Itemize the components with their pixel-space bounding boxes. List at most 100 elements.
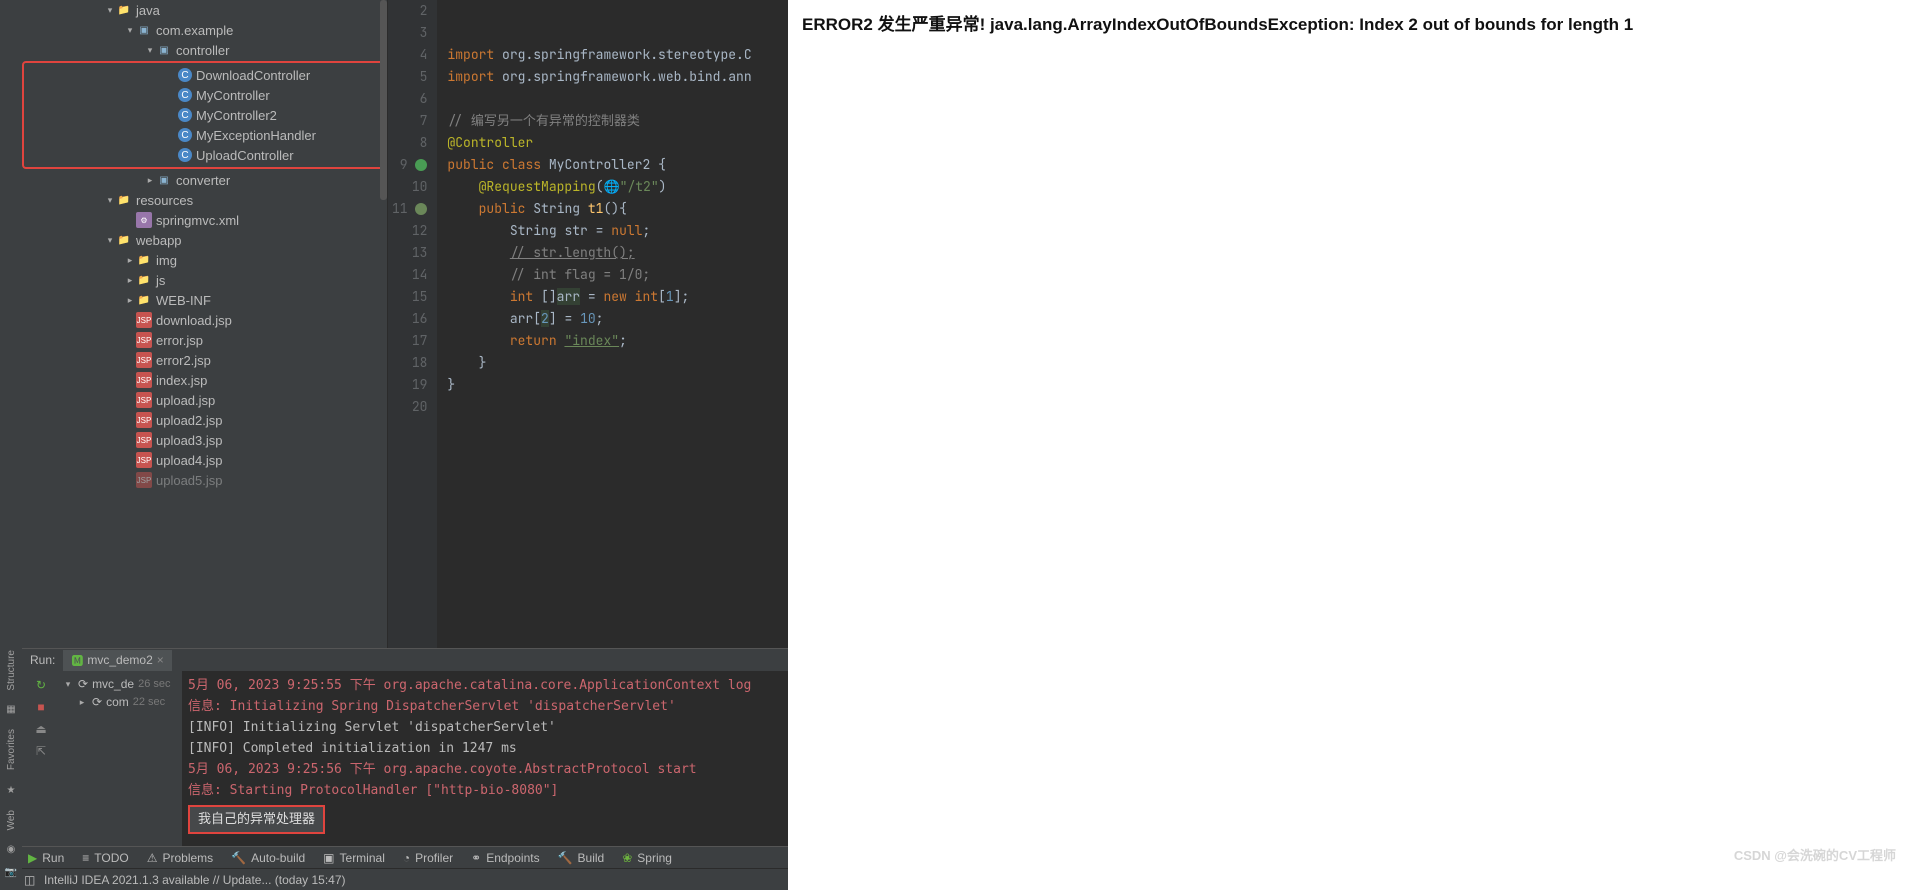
web-icon: ◉ (7, 838, 16, 861)
tree-class-upload[interactable]: CUploadController (24, 145, 385, 165)
folder-icon: 📁 (136, 272, 152, 288)
project-tree[interactable]: ▾📁java ▾▣com.example ▾▣controller CDownl… (22, 0, 388, 648)
tree-folder-img[interactable]: ▸📁img (22, 250, 387, 270)
tree-package-controller[interactable]: ▾▣controller (22, 40, 387, 60)
tree-class-mycontroller2[interactable]: CMyController2 (24, 105, 385, 125)
tree-folder-java[interactable]: ▾📁java (22, 0, 387, 20)
tree-class-mycontroller[interactable]: CMyController (24, 85, 385, 105)
camera-icon[interactable]: 📷 (5, 861, 17, 884)
run-tree[interactable]: ▾⟳mvc_de26 sec ▸⟳com22 sec (60, 671, 182, 846)
warning-icon: ⚠ (147, 851, 158, 865)
tree-file-jsp[interactable]: JSPupload3.jsp (22, 430, 387, 450)
tool-problems[interactable]: ⚠Problems (147, 851, 213, 865)
spinner-icon: ⟳ (92, 695, 102, 709)
tree-file-jsp[interactable]: JSPupload4.jsp (22, 450, 387, 470)
jsp-icon: JSP (136, 412, 152, 428)
tree-folder-webapp[interactable]: ▾📁webapp (22, 230, 387, 250)
tool-build[interactable]: 🔨Build (558, 851, 605, 865)
folder-icon: 📁 (116, 2, 132, 18)
tree-class-download[interactable]: CDownloadController (24, 65, 385, 85)
tree-file-jsp[interactable]: JSPupload2.jsp (22, 410, 387, 430)
tool-endpoints[interactable]: ⚭Endpoints (471, 851, 539, 865)
hammer-icon: 🔨 (231, 851, 246, 865)
spring-icon: ❀ (622, 851, 632, 865)
class-icon: C (178, 128, 192, 142)
favorites-icon: ★ (7, 779, 16, 802)
gutter-bean-icon[interactable] (415, 203, 427, 215)
structure-icon: ▦ (6, 698, 15, 721)
tree-file-jsp[interactable]: JSPerror2.jsp (22, 350, 387, 370)
jsp-icon: JSP (136, 372, 152, 388)
tree-folder-resources[interactable]: ▾📁resources (22, 190, 387, 210)
ide-window: Structure ▦ Favorites ★ Web ◉ 📷 ▾📁java ▾… (0, 0, 788, 890)
tree-class-exceptionhandler[interactable]: CMyExceptionHandler (24, 125, 385, 145)
folder-icon: 📁 (136, 252, 152, 268)
tree-file-jsp[interactable]: JSPupload.jsp (22, 390, 387, 410)
structure-tab[interactable]: Structure (4, 642, 19, 699)
line-gutter: 23 45 67 8 9 10 11 1213 1415 1617 1819 2… (388, 0, 437, 648)
class-icon: C (178, 68, 192, 82)
tool-todo[interactable]: ≡TODO (82, 851, 128, 865)
tree-file-jsp[interactable]: JSPerror.jsp (22, 330, 387, 350)
jsp-icon: JSP (136, 452, 152, 468)
rerun-button[interactable]: ↻ (33, 677, 49, 693)
package-icon: ▣ (156, 42, 172, 58)
tomcat-icon: 🅼 (71, 652, 83, 669)
class-icon: C (178, 148, 192, 162)
run-panel: Run: 🅼 mvc_demo2 × ↻ ■ ⏏ ⇱ ▾⟳mvc_de26 se… (22, 648, 788, 846)
todo-icon: ≡ (82, 851, 89, 865)
tree-file-jsp[interactable]: JSPupload5.jsp (22, 470, 387, 490)
favorites-tab[interactable]: Favorites (4, 721, 19, 778)
profiler-icon: ◔ (403, 851, 410, 865)
web-tab[interactable]: Web (4, 802, 19, 838)
close-icon[interactable]: × (157, 653, 164, 667)
tree-folder-js[interactable]: ▸📁js (22, 270, 387, 290)
console-output[interactable]: 5月 06, 2023 9:25:55 下午 org.apache.catali… (182, 671, 788, 846)
code-editor[interactable]: 23 45 67 8 9 10 11 1213 1415 1617 1819 2… (388, 0, 788, 648)
tool-autobuild[interactable]: 🔨Auto-build (231, 851, 305, 865)
tree-package-com-example[interactable]: ▾▣com.example (22, 20, 387, 40)
exit-button[interactable]: ⏏ (33, 721, 49, 737)
run-tabbar: Run: 🅼 mvc_demo2 × (22, 649, 788, 671)
code-area[interactable]: import org.springframework.stereotype.C … (437, 0, 788, 648)
status-text[interactable]: IntelliJ IDEA 2021.1.3 available // Upda… (44, 873, 346, 887)
run-body: ↻ ■ ⏏ ⇱ ▾⟳mvc_de26 sec ▸⟳com22 sec 5月 06… (22, 671, 788, 846)
jsp-icon: JSP (136, 332, 152, 348)
left-tool-rail: Structure ▦ Favorites ★ Web ◉ 📷 (0, 0, 22, 890)
jsp-icon: JSP (136, 392, 152, 408)
endpoints-icon: ⚭ (471, 851, 481, 865)
vcs-icon: ◫ (24, 873, 38, 887)
ide-body: ▾📁java ▾▣com.example ▾▣controller CDownl… (22, 0, 788, 648)
jsp-icon: JSP (136, 312, 152, 328)
tool-terminal[interactable]: ▣Terminal (323, 851, 385, 865)
play-icon: ▶ (28, 851, 37, 865)
tree-scrollbar[interactable] (380, 0, 387, 200)
xml-icon: ⚙ (136, 212, 152, 228)
folder-icon: 📁 (136, 292, 152, 308)
run-label: Run: (22, 653, 63, 667)
tool-window-bar: ▶Run ≡TODO ⚠Problems 🔨Auto-build ▣Termin… (0, 846, 788, 868)
highlighted-controller-classes: CDownloadController CMyController CMyCon… (22, 61, 387, 169)
tree-package-converter[interactable]: ▸▣converter (22, 170, 387, 190)
watermark: CSDN @会洗碗的CV工程师 (1734, 845, 1896, 864)
folder-icon: 📁 (116, 192, 132, 208)
run-config-tab[interactable]: 🅼 mvc_demo2 × (63, 650, 171, 671)
tool-profiler[interactable]: ◔Profiler (403, 851, 453, 865)
class-icon: C (178, 88, 192, 102)
status-bar: ◫ IntelliJ IDEA 2021.1.3 available // Up… (0, 868, 788, 890)
tree-folder-webinf[interactable]: ▸📁WEB-INF (22, 290, 387, 310)
terminal-icon: ▣ (323, 851, 334, 865)
collapse-button[interactable]: ⇱ (33, 743, 49, 759)
tool-spring[interactable]: ❀Spring (622, 851, 672, 865)
class-icon: C (178, 108, 192, 122)
stop-button[interactable]: ■ (33, 699, 49, 715)
jsp-icon: JSP (136, 472, 152, 488)
tree-file-springxml[interactable]: ⚙springmvc.xml (22, 210, 387, 230)
tree-file-jsp[interactable]: JSPindex.jsp (22, 370, 387, 390)
tree-file-jsp[interactable]: JSPdownload.jsp (22, 310, 387, 330)
package-icon: ▣ (156, 172, 172, 188)
gutter-run-icon[interactable] (415, 159, 427, 171)
console-highlight-box: 我自己的异常处理器 (188, 805, 325, 834)
tool-run[interactable]: ▶Run (28, 851, 64, 865)
browser-output: ERROR2 发生严重异常! java.lang.ArrayIndexOutOf… (788, 0, 1906, 890)
